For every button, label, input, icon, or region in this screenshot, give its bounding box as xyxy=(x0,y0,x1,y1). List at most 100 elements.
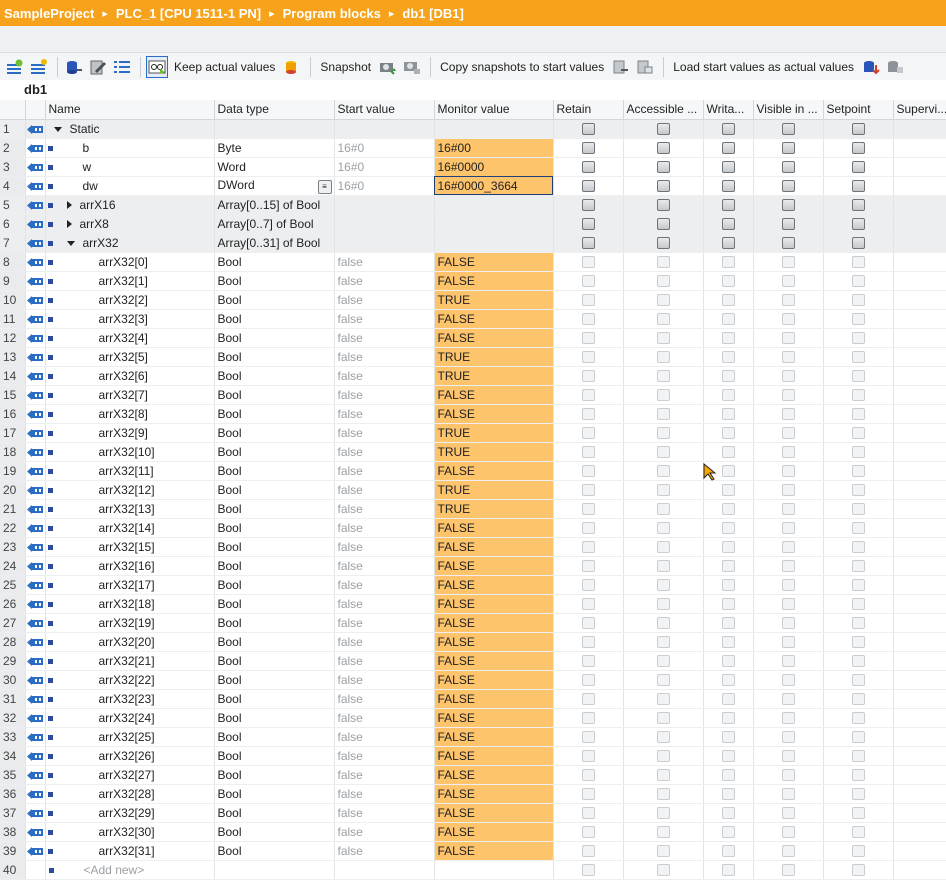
visible-checkbox[interactable] xyxy=(781,826,795,839)
cell-name[interactable]: arrX32[0] xyxy=(45,252,215,272)
accessible-checkbox[interactable] xyxy=(656,579,670,592)
cell-start-value[interactable]: false xyxy=(334,803,435,823)
cell-monitor-value[interactable]: FALSE xyxy=(434,708,554,728)
cell-datatype[interactable]: Bool xyxy=(214,309,335,329)
cell-start-value[interactable]: 16#0 xyxy=(334,138,435,158)
table-row[interactable]: 6 arrX8 Array[0..7] of Bool xyxy=(0,214,946,234)
cell-name[interactable]: arrX16 xyxy=(45,195,215,215)
accessible-checkbox[interactable] xyxy=(656,503,670,516)
breadcrumb-program-blocks[interactable]: Program blocks xyxy=(283,6,381,21)
cell-monitor-value[interactable]: TRUE xyxy=(434,290,554,310)
visible-checkbox[interactable] xyxy=(781,503,795,516)
writable-checkbox[interactable] xyxy=(721,275,735,288)
column-header-accessible[interactable]: Accessible ... xyxy=(623,100,704,120)
writable-checkbox[interactable] xyxy=(721,294,735,307)
table-row[interactable]: 17 arrX32[9] Bool false TRUE xyxy=(0,423,946,443)
accessible-checkbox[interactable] xyxy=(656,370,670,383)
table-row[interactable]: 35 arrX32[27] Bool false FALSE xyxy=(0,765,946,785)
expand-arrow-icon[interactable] xyxy=(66,201,72,210)
cell-monitor-value[interactable]: FALSE xyxy=(434,841,554,861)
cell-datatype[interactable]: Bool xyxy=(214,480,335,500)
cell-start-value[interactable]: 16#0 xyxy=(334,157,435,177)
setpoint-checkbox[interactable] xyxy=(851,351,865,364)
setpoint-checkbox[interactable] xyxy=(851,788,865,801)
setpoint-checkbox[interactable] xyxy=(851,560,865,573)
cell-monitor-value[interactable] xyxy=(434,214,554,234)
accessible-checkbox[interactable] xyxy=(656,541,670,554)
cell-name[interactable]: dw xyxy=(45,176,215,196)
visible-checkbox[interactable] xyxy=(781,332,795,345)
cell-start-value[interactable]: false xyxy=(334,613,435,633)
cell-name[interactable]: arrX32 xyxy=(45,233,215,253)
cell-name[interactable]: arrX32[22] xyxy=(45,670,215,690)
accessible-checkbox[interactable] xyxy=(656,351,670,364)
cell-start-value[interactable]: false xyxy=(334,822,435,842)
table-row[interactable]: 27 arrX32[19] Bool false FALSE xyxy=(0,613,946,633)
cell-datatype[interactable]: Bool xyxy=(214,328,335,348)
cell-monitor-value[interactable]: FALSE xyxy=(434,689,554,709)
writable-checkbox[interactable] xyxy=(721,161,735,174)
setpoint-checkbox[interactable] xyxy=(851,465,865,478)
cell-monitor-value[interactable]: FALSE xyxy=(434,613,554,633)
cell-start-value[interactable]: false xyxy=(334,765,435,785)
cell-datatype[interactable]: DWord ≡ xyxy=(214,176,335,196)
table-row[interactable]: 29 arrX32[21] Bool false FALSE xyxy=(0,651,946,671)
cell-name[interactable]: arrX32[30] xyxy=(45,822,215,842)
cell-datatype[interactable]: Bool xyxy=(214,423,335,443)
visible-checkbox[interactable] xyxy=(781,769,795,782)
cell-datatype[interactable]: Bool xyxy=(214,537,335,557)
keep-actual-values-icon[interactable] xyxy=(281,56,303,78)
cell-monitor-value[interactable]: 16#0000 xyxy=(434,157,554,177)
retain-checkbox[interactable] xyxy=(581,275,595,288)
setpoint-checkbox[interactable] xyxy=(851,275,865,288)
accessible-checkbox[interactable] xyxy=(656,826,670,839)
writable-checkbox[interactable] xyxy=(721,864,735,877)
table-row[interactable]: 33 arrX32[25] Bool false FALSE xyxy=(0,727,946,747)
cell-start-value[interactable]: false xyxy=(334,841,435,861)
cell-datatype[interactable]: Bool xyxy=(214,746,335,766)
table-row[interactable]: 23 arrX32[15] Bool false FALSE xyxy=(0,537,946,557)
cell-datatype[interactable]: Array[0..7] of Bool xyxy=(214,214,335,234)
cell-name[interactable]: arrX32[11] xyxy=(45,461,215,481)
visible-checkbox[interactable] xyxy=(781,161,795,174)
retain-checkbox[interactable] xyxy=(581,541,595,554)
accessible-checkbox[interactable] xyxy=(656,731,670,744)
cell-name[interactable]: arrX32[12] xyxy=(45,480,215,500)
retain-checkbox[interactable] xyxy=(581,142,595,155)
cell-start-value[interactable]: false xyxy=(334,309,435,329)
cell-name[interactable]: arrX32[6] xyxy=(45,366,215,386)
cell-monitor-value[interactable]: FALSE xyxy=(434,803,554,823)
table-row[interactable]: 39 arrX32[31] Bool false FALSE xyxy=(0,841,946,861)
cell-start-value[interactable]: false xyxy=(334,746,435,766)
writable-checkbox[interactable] xyxy=(721,446,735,459)
cell-start-value[interactable]: false xyxy=(334,727,435,747)
retain-checkbox[interactable] xyxy=(581,199,595,212)
cell-name[interactable]: arrX32[17] xyxy=(45,575,215,595)
cell-start-value[interactable]: false xyxy=(334,442,435,462)
visible-checkbox[interactable] xyxy=(781,256,795,269)
visible-checkbox[interactable] xyxy=(781,351,795,364)
cell-start-value[interactable]: 16#0 xyxy=(334,176,435,196)
retain-checkbox[interactable] xyxy=(581,389,595,402)
cell-start-value[interactable]: false xyxy=(334,556,435,576)
setpoint-checkbox[interactable] xyxy=(851,370,865,383)
cell-start-value[interactable] xyxy=(334,214,435,234)
setpoint-checkbox[interactable] xyxy=(851,598,865,611)
retain-checkbox[interactable] xyxy=(581,123,595,136)
visible-checkbox[interactable] xyxy=(781,389,795,402)
visible-checkbox[interactable] xyxy=(781,465,795,478)
cell-start-value[interactable]: false xyxy=(334,461,435,481)
cell-datatype[interactable]: Bool xyxy=(214,822,335,842)
cell-datatype[interactable]: Bool xyxy=(214,613,335,633)
column-header-visible[interactable]: Visible in ... xyxy=(753,100,824,120)
cell-monitor-value[interactable] xyxy=(434,195,554,215)
cell-monitor-value[interactable]: FALSE xyxy=(434,518,554,538)
cell-datatype[interactable]: Bool xyxy=(214,708,335,728)
load-start-values-label[interactable]: Load start values as actual values xyxy=(673,60,854,74)
writable-checkbox[interactable] xyxy=(721,123,735,136)
cell-name[interactable]: arrX32[15] xyxy=(45,537,215,557)
accessible-checkbox[interactable] xyxy=(656,389,670,402)
cell-monitor-value[interactable]: TRUE xyxy=(434,480,554,500)
visible-checkbox[interactable] xyxy=(781,636,795,649)
breadcrumb-project[interactable]: SampleProject xyxy=(4,6,94,21)
